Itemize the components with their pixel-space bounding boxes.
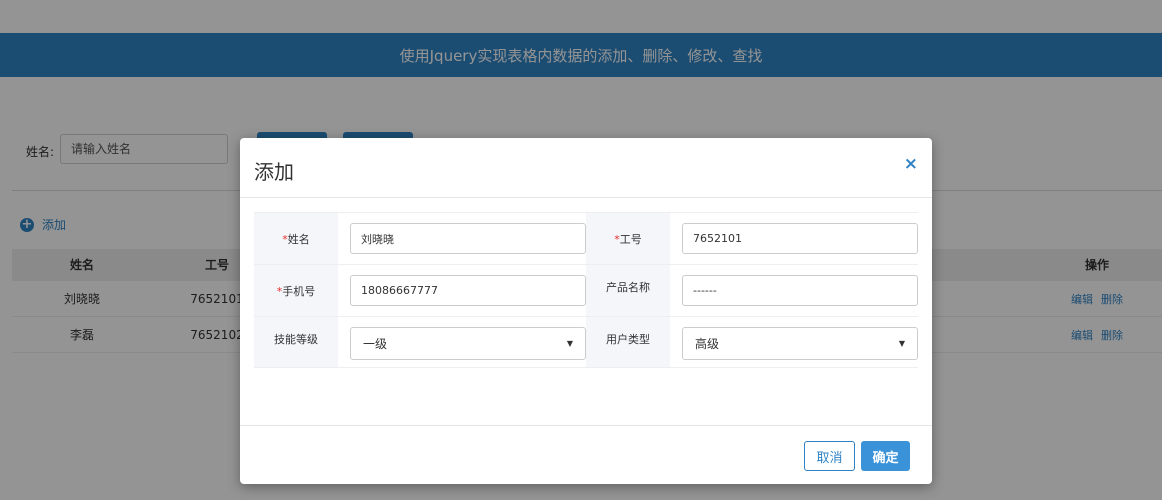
user-type-label: 用户类型 — [586, 317, 670, 367]
add-dialog: 添加 × *姓名 *工号 *手机号 产品名称 — [240, 138, 932, 484]
form-row: *姓名 *工号 — [254, 212, 918, 264]
close-icon[interactable]: × — [904, 154, 918, 174]
chevron-down-icon: ▼ — [898, 339, 905, 348]
confirm-button[interactable]: 确定 — [861, 441, 910, 471]
phone-label: *手机号 — [254, 265, 338, 316]
skill-selected-value: 一级 — [363, 337, 388, 351]
skill-label: 技能等级 — [254, 317, 338, 367]
dialog-title: 添加 — [254, 160, 294, 184]
skill-field-wrap: 一级 ▼ — [338, 317, 586, 367]
phone-label-text: 手机号 — [282, 285, 316, 298]
dialog-footer: 取消 确定 — [240, 425, 932, 484]
job-no-label-text: 工号 — [619, 233, 642, 246]
user-type-field-wrap: 高级 ▼ — [670, 317, 918, 367]
user-type-selected-value: 高级 — [695, 337, 720, 351]
skill-label-text: 技能等级 — [274, 333, 318, 346]
product-input[interactable] — [682, 275, 918, 306]
phone-input[interactable] — [350, 275, 586, 306]
name-field-wrap — [338, 213, 586, 264]
product-label: 产品名称 — [586, 265, 670, 316]
name-input[interactable] — [350, 223, 586, 254]
user-type-select[interactable]: 高级 ▼ — [682, 327, 918, 360]
dialog-header: 添加 × — [240, 138, 932, 198]
name-label: *姓名 — [254, 213, 338, 264]
job-no-label: *工号 — [586, 213, 670, 264]
job-no-input[interactable] — [682, 223, 918, 254]
dialog-form: *姓名 *工号 *手机号 产品名称 — [254, 212, 918, 368]
skill-select[interactable]: 一级 ▼ — [350, 327, 586, 360]
product-label-text: 产品名称 — [606, 281, 650, 294]
job-no-field-wrap — [670, 213, 918, 264]
form-row: *手机号 产品名称 — [254, 264, 918, 316]
cancel-button[interactable]: 取消 — [804, 441, 855, 471]
user-type-label-text: 用户类型 — [606, 333, 650, 346]
product-field-wrap — [670, 265, 918, 316]
name-label-text: 姓名 — [287, 233, 310, 246]
phone-field-wrap — [338, 265, 586, 316]
form-row: 技能等级 一级 ▼ 用户类型 高级 ▼ — [254, 316, 918, 368]
chevron-down-icon: ▼ — [566, 339, 573, 348]
